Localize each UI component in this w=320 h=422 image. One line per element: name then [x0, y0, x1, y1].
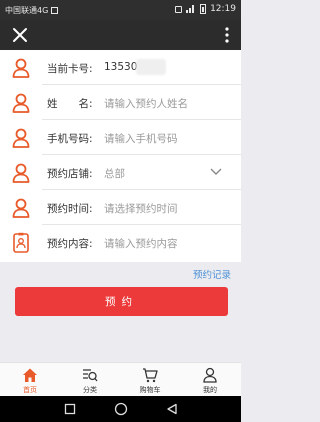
time-label: 预约时间:	[47, 203, 93, 215]
store-row[interactable]: 预约店铺: 总部	[0, 155, 241, 190]
user-icon	[12, 198, 30, 218]
name-input[interactable]: 请输入预约人姓名	[104, 96, 188, 111]
content-label: 预约内容:	[47, 238, 93, 250]
category-search-icon	[83, 369, 98, 382]
chevron-down-icon[interactable]	[210, 167, 222, 176]
tab-home[interactable]: 首页	[0, 363, 60, 397]
content-row: 预约内容: 请输入预约内容	[0, 225, 241, 260]
carrier-label: 中国联通4G	[5, 6, 49, 15]
home-icon	[23, 368, 37, 382]
tab-cart[interactable]: 购物车	[120, 363, 180, 397]
time-row: 预约时间: 请选择预约时间	[0, 190, 241, 225]
system-nav-bar	[0, 396, 241, 422]
battery-icon	[200, 4, 207, 14]
tab-profile[interactable]: 我的	[180, 363, 240, 397]
content-input[interactable]: 请输入预约内容	[104, 236, 178, 251]
tab-category-label: 分类	[83, 386, 97, 394]
name-label: 姓 名:	[47, 98, 93, 110]
reservation-form: 当前卡号: 135309 姓 名: 请输入预约人姓名 手机号码: 请输入手机号码…	[0, 50, 241, 262]
more-menu-icon[interactable]	[221, 25, 233, 45]
tab-category[interactable]: 分类	[60, 363, 120, 397]
tab-profile-label: 我的	[203, 386, 217, 394]
back-icon[interactable]	[166, 403, 178, 415]
phone-input[interactable]: 请输入手机号码	[104, 131, 178, 146]
store-select[interactable]: 总部	[104, 166, 125, 181]
phone-row: 手机号码: 请输入手机号码	[0, 120, 241, 155]
store-label: 预约店铺:	[47, 168, 93, 180]
reserve-button[interactable]: 预约	[15, 287, 228, 316]
masked-digits	[136, 59, 166, 75]
user-icon	[12, 93, 30, 113]
bottom-tab-bar: 首页 分类 购物车 我的	[0, 362, 241, 397]
recents-icon[interactable]	[64, 403, 76, 415]
clock: 12:19	[210, 4, 236, 14]
status-bar: 中国联通4G 12:19	[0, 0, 241, 20]
card-number-label: 当前卡号:	[47, 63, 93, 75]
home-button-icon[interactable]	[114, 402, 128, 416]
id-badge-icon	[13, 232, 29, 253]
notification-icon	[51, 7, 59, 14]
profile-icon	[203, 367, 217, 383]
user-icon	[12, 58, 30, 78]
user-icon	[12, 163, 30, 183]
time-input[interactable]: 请选择预约时间	[104, 201, 178, 216]
reservation-records-link[interactable]: 预约记录	[193, 267, 231, 281]
vibrate-icon	[175, 5, 183, 13]
tab-home-label: 首页	[23, 386, 37, 394]
user-icon	[12, 128, 30, 148]
tab-cart-label: 购物车	[139, 386, 161, 394]
title-bar	[0, 20, 241, 50]
cart-icon	[143, 368, 158, 383]
phone-label: 手机号码:	[47, 133, 93, 145]
signal-icon	[186, 5, 196, 13]
card-number-row: 当前卡号: 135309	[0, 50, 241, 85]
close-icon[interactable]	[9, 24, 31, 46]
name-row: 姓 名: 请输入预约人姓名	[0, 85, 241, 120]
